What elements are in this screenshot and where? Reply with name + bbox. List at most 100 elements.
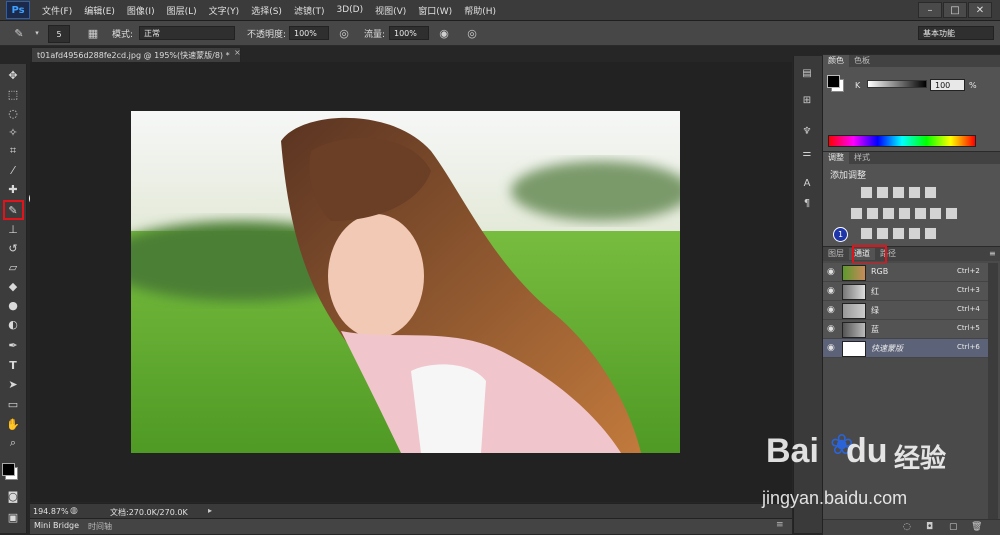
- crop-tool-icon[interactable]: ⌗: [5, 143, 21, 159]
- black-white-icon[interactable]: [881, 207, 895, 220]
- photo-image[interactable]: [131, 111, 680, 453]
- save-selection-icon[interactable]: ◘: [926, 522, 933, 532]
- move-tool-icon[interactable]: ✥: [5, 67, 21, 83]
- menu-type[interactable]: 文字(Y): [209, 4, 240, 17]
- timeline-tab[interactable]: 时间轴: [88, 521, 112, 532]
- channels-scrollbar[interactable]: [988, 263, 998, 523]
- minimize-button[interactable]: –: [918, 2, 942, 18]
- pen-tool-icon[interactable]: ✒: [5, 337, 21, 353]
- path-select-tool-icon[interactable]: ➤: [5, 376, 21, 392]
- status-info-icon[interactable]: ◍: [70, 506, 78, 516]
- photo-filter-icon[interactable]: [897, 207, 911, 220]
- new-channel-icon[interactable]: ▢: [949, 522, 958, 532]
- paint-bucket-tool-icon[interactable]: ◆: [5, 278, 21, 294]
- brightness-icon[interactable]: [860, 186, 873, 199]
- menu-window[interactable]: 窗口(W): [418, 4, 452, 17]
- type-tool-icon[interactable]: T: [5, 357, 21, 373]
- eraser-tool-icon[interactable]: ▱: [5, 259, 21, 275]
- pressure-opacity-icon[interactable]: ◎: [337, 26, 351, 40]
- dropdown-arrow-icon[interactable]: ▾: [30, 26, 44, 40]
- maximize-button[interactable]: □: [943, 2, 967, 18]
- brush-tool-icon[interactable]: ✎: [5, 202, 21, 218]
- channel-row-green[interactable]: ◉ 绿 Ctrl+4: [823, 301, 988, 320]
- brush-tool-icon[interactable]: ✎: [12, 26, 26, 40]
- history-icon[interactable]: ▤: [800, 66, 814, 80]
- menu-view[interactable]: 视图(V): [375, 4, 406, 17]
- workspace-select[interactable]: 基本功能: [918, 26, 994, 40]
- menu-layer[interactable]: 图层(L): [167, 4, 197, 17]
- channel-mixer-icon[interactable]: [913, 207, 927, 220]
- history-brush-tool-icon[interactable]: ↺: [5, 240, 21, 256]
- airbrush-icon[interactable]: ◉: [437, 26, 451, 40]
- channels-menu-icon[interactable]: ≡: [989, 249, 996, 258]
- menu-edit[interactable]: 编辑(E): [84, 4, 115, 17]
- menu-filter[interactable]: 滤镜(T): [294, 4, 325, 17]
- threshold-icon[interactable]: [891, 227, 905, 240]
- eyedropper-tool-icon[interactable]: ⁄: [5, 162, 21, 178]
- menu-3d[interactable]: 3D(D): [336, 5, 363, 15]
- gradient-map-icon[interactable]: [923, 227, 937, 240]
- dodge-tool-icon[interactable]: ◐: [5, 316, 21, 332]
- visibility-eye-icon[interactable]: ◉: [827, 305, 837, 315]
- k-value-input[interactable]: 100: [930, 79, 965, 91]
- menu-help[interactable]: 帮助(H): [464, 4, 496, 17]
- brush-presets-icon[interactable]: ♆: [800, 124, 814, 138]
- foreground-color-swatch[interactable]: [2, 463, 15, 476]
- close-tab-icon[interactable]: ×: [234, 48, 241, 57]
- hand-tool-icon[interactable]: ✋: [5, 416, 21, 432]
- close-button[interactable]: ✕: [968, 2, 992, 18]
- color-balance-icon[interactable]: [865, 207, 879, 220]
- tab-color[interactable]: 颜色: [823, 55, 849, 67]
- color-spectrum-bar[interactable]: [828, 135, 976, 147]
- brush-panel-icon[interactable]: ▦: [86, 26, 100, 40]
- healing-brush-tool-icon[interactable]: ✚: [5, 181, 21, 197]
- channel-row-rgb[interactable]: ◉ RGB Ctrl+2: [823, 263, 988, 282]
- document-tab[interactable]: t01afd4956d288fe2cd.jpg @ 195%(快速蒙版/8) *: [31, 47, 241, 62]
- levels-icon[interactable]: [875, 186, 889, 199]
- tab-layers[interactable]: 图层: [823, 248, 849, 260]
- menu-image[interactable]: 图像(I): [127, 4, 155, 17]
- paragraph-icon[interactable]: ¶: [800, 196, 814, 210]
- pressure-size-icon[interactable]: ◎: [465, 26, 479, 40]
- flow-input[interactable]: 100%: [389, 26, 429, 40]
- menu-select[interactable]: 选择(S): [251, 4, 282, 17]
- channel-row-blue[interactable]: ◉ 蓝 Ctrl+5: [823, 320, 988, 339]
- load-selection-icon[interactable]: ◌: [903, 522, 911, 532]
- marquee-tool-icon[interactable]: ⬚: [5, 86, 21, 102]
- character-icon[interactable]: A: [800, 176, 814, 190]
- hue-saturation-icon[interactable]: [850, 207, 863, 220]
- tab-adjustments[interactable]: 调整: [823, 152, 849, 164]
- zoom-tool-icon[interactable]: ⌕: [5, 435, 21, 451]
- menu-file[interactable]: 文件(F): [42, 4, 72, 17]
- quick-select-tool-icon[interactable]: ✧: [5, 124, 21, 140]
- k-slider[interactable]: [867, 80, 927, 88]
- screen-mode-icon[interactable]: ▣: [5, 509, 21, 525]
- color-fg-swatch[interactable]: [827, 75, 840, 88]
- tab-styles[interactable]: 样式: [849, 152, 875, 164]
- lasso-tool-icon[interactable]: ◌: [5, 105, 21, 121]
- vibrance-icon[interactable]: [923, 186, 937, 199]
- visibility-eye-icon[interactable]: ◉: [827, 267, 837, 277]
- exposure-icon[interactable]: [907, 186, 921, 199]
- opacity-input[interactable]: 100%: [289, 26, 329, 40]
- color-lookup-icon[interactable]: [929, 207, 943, 220]
- visibility-eye-icon[interactable]: ◉: [827, 324, 837, 334]
- color-grid-icon[interactable]: [945, 207, 959, 220]
- panel-menu-icon[interactable]: ≡: [776, 520, 784, 530]
- properties-icon[interactable]: ⊞: [800, 93, 814, 107]
- status-menu-arrow-icon[interactable]: ▸: [208, 506, 212, 515]
- delete-channel-icon[interactable]: 🗑: [971, 522, 982, 532]
- invert-icon[interactable]: [860, 227, 873, 240]
- visibility-eye-icon[interactable]: ◉: [827, 286, 837, 296]
- clone-stamp-tool-icon[interactable]: ⊥: [5, 221, 21, 237]
- rectangle-tool-icon[interactable]: ▭: [5, 396, 21, 412]
- selective-color-icon[interactable]: [907, 227, 921, 240]
- tool-presets-icon[interactable]: ⚌: [800, 146, 814, 160]
- mini-bridge-tab[interactable]: Mini Bridge: [34, 521, 79, 530]
- tab-swatches[interactable]: 色板: [849, 55, 875, 67]
- blur-tool-icon[interactable]: ●: [5, 297, 21, 313]
- quick-mask-icon[interactable]: ◙: [5, 488, 21, 504]
- channel-row-red[interactable]: ◉ 红 Ctrl+3: [823, 282, 988, 301]
- brush-size-picker[interactable]: 5: [48, 25, 70, 43]
- channel-row-quick-mask[interactable]: ◉ 快速蒙版 Ctrl+6: [823, 339, 988, 358]
